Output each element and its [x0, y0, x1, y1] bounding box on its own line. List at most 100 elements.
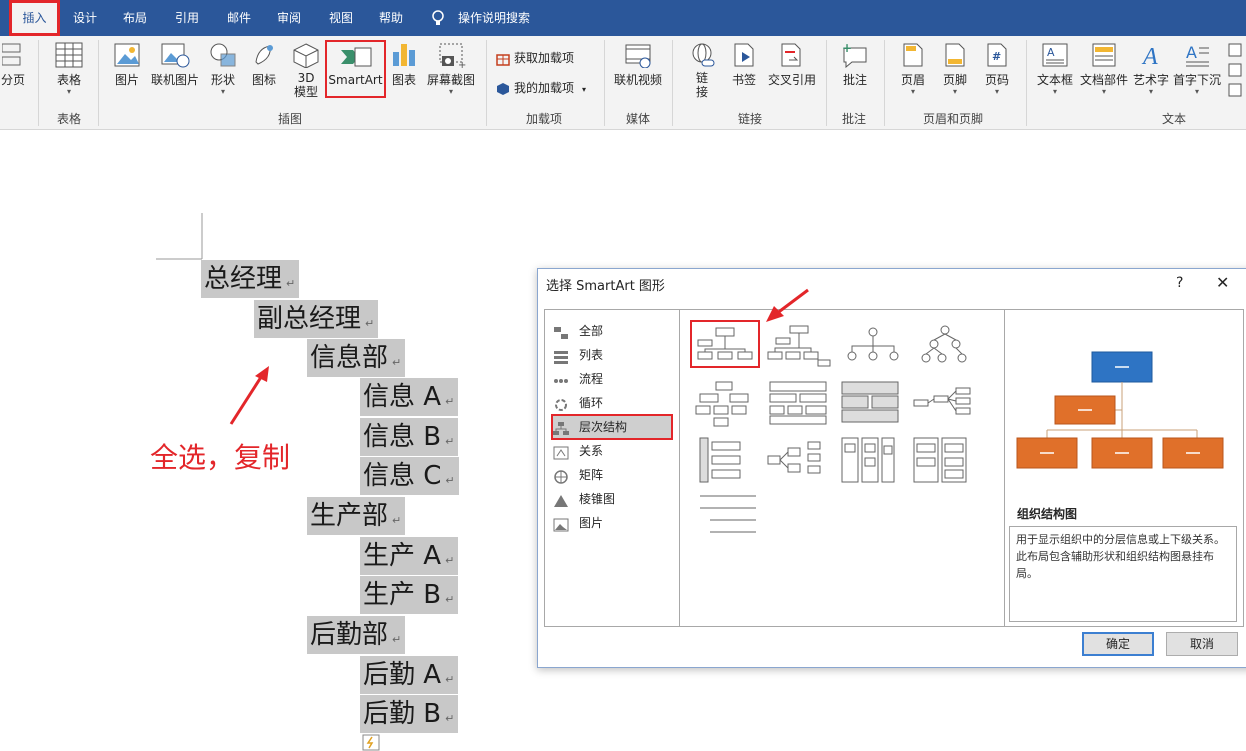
tab-mailings[interactable]: 邮件 [224, 0, 254, 36]
quick-parts-button[interactable]: 文档部件 ▾ [1078, 42, 1130, 96]
get-addins-button[interactable]: 获取加载项 [496, 48, 574, 68]
close-button[interactable]: ✕ [1216, 273, 1229, 292]
doc-line[interactable]: 信息部 ↵ [307, 339, 406, 377]
doc-line[interactable]: 后勤 A ↵ [360, 656, 459, 694]
doc-line[interactable]: 信息 C ↵ [360, 457, 459, 495]
quick-parts-icon [1092, 43, 1116, 67]
tab-references[interactable]: 引用 [172, 0, 202, 36]
page-corner-mark [156, 213, 203, 260]
layout-circle-picture-hierarchy[interactable] [840, 324, 910, 372]
tell-me-search[interactable]: 操作说明搜索 [456, 0, 532, 36]
page-number-icon: # [987, 43, 1007, 67]
category-relationship[interactable]: 关系 [553, 440, 671, 462]
tab-view[interactable]: 视图 [326, 0, 356, 36]
help-button[interactable]: ? [1176, 275, 1183, 291]
more-text-tools[interactable] [1226, 42, 1244, 105]
tab-layout[interactable]: 布局 [120, 0, 150, 36]
category-picture[interactable]: 图片 [553, 512, 671, 534]
doc-line[interactable]: 生产部 ↵ [307, 497, 406, 535]
chevron-down-icon: ▾ [582, 85, 587, 94]
doc-line[interactable]: 生产 A ↵ [360, 537, 459, 575]
pictures-button[interactable]: 图片 [108, 42, 146, 88]
my-addins-button[interactable]: 我的加载项 ▾ [496, 78, 586, 98]
icons-icon [255, 45, 273, 65]
doc-line[interactable]: 信息 A ↵ [360, 378, 459, 416]
category-all[interactable]: 全部 [553, 320, 671, 342]
link-button[interactable]: 链 接 [684, 42, 720, 99]
bookmark-button[interactable]: 书签 [728, 42, 760, 88]
category-cycle[interactable]: 循环 [553, 392, 671, 414]
doc-line[interactable]: 总经理 ↵ [201, 260, 300, 298]
lined-list-thumb-icon [699, 437, 741, 483]
screenshot-label: 屏幕截图 [426, 73, 475, 87]
tab-review[interactable]: 审阅 [274, 0, 304, 36]
category-process[interactable]: 流程 [553, 368, 671, 390]
layout-horizontal-org[interactable] [912, 384, 982, 432]
chevron-down-icon: ▾ [994, 87, 999, 96]
new-comment-label: 批注 [842, 73, 867, 87]
wordart-button[interactable]: A 艺术字 ▾ [1132, 42, 1170, 96]
layout-hierarchy-list[interactable] [840, 380, 910, 428]
screenshot-button[interactable]: + 屏幕截图 ▾ [424, 42, 478, 96]
org-chart-thumb-icon [697, 327, 753, 360]
doc-line[interactable]: 生产 B ↵ [360, 576, 459, 614]
layout-name-title-org[interactable] [766, 324, 836, 372]
link-label-1: 链 [695, 71, 708, 85]
layout-horizontal-hierarchy-2[interactable] [766, 440, 836, 488]
layout-text-hierarchy[interactable] [698, 492, 768, 540]
new-comment-button[interactable]: + 批注 [836, 42, 874, 88]
text-box-icon: A [1042, 43, 1068, 67]
page-break-label: 分页 [0, 73, 25, 87]
tab-insert[interactable]: 插入 [9, 0, 60, 36]
matrix-icon [553, 469, 569, 484]
category-matrix[interactable]: 矩阵 [553, 464, 671, 486]
layout-labeled-hierarchy[interactable] [912, 324, 982, 372]
drop-cap-label: 首字下沉 [1172, 73, 1221, 87]
online-pictures-button[interactable]: 联机图片 [148, 42, 202, 88]
shapes-label: 形状 [210, 73, 235, 87]
chart-button[interactable]: 图表 [388, 42, 420, 88]
link-icon [692, 43, 715, 67]
page-number-button[interactable]: # 页码 ▾ [980, 42, 1014, 96]
layout-org-chart[interactable] [690, 320, 760, 368]
doc-line[interactable]: 副总经理 ↵ [254, 300, 379, 338]
doc-line[interactable]: 信息 B ↵ [360, 418, 459, 456]
layout-table-hierarchy[interactable] [694, 380, 764, 428]
shapes-button[interactable]: 形状 ▾ [206, 42, 240, 96]
header-button[interactable]: 页眉 ▾ [896, 42, 930, 96]
page-break-button[interactable]: 分页 [0, 42, 26, 88]
footer-button[interactable]: 页脚 ▾ [938, 42, 972, 96]
cross-reference-button[interactable]: 交叉引用 [764, 42, 820, 88]
online-video-button[interactable]: 联机视频 [610, 42, 666, 88]
cancel-button[interactable]: 取消 [1166, 632, 1238, 656]
category-pyramid[interactable]: 棱锥图 [553, 488, 671, 510]
smartart-button[interactable]: SmartArt [325, 40, 386, 98]
layout-horizontal-hierarchy[interactable] [766, 380, 836, 428]
org-chart-preview-icon [1016, 351, 1224, 469]
paste-options-icon[interactable] [362, 734, 382, 751]
doc-line[interactable]: 后勤部 ↵ [307, 616, 406, 654]
text-hierarchy-thumb-icon [700, 495, 756, 533]
layout-vertical-hierarchy[interactable] [840, 436, 910, 484]
category-list-item[interactable]: 列表 [553, 344, 671, 366]
table-button[interactable]: 表格 ▾ [48, 42, 90, 96]
layout-lined-list[interactable] [698, 436, 768, 484]
group-label-tables: 表格 [56, 112, 81, 126]
layout-architecture[interactable] [912, 436, 982, 484]
smartart-label: SmartArt [328, 73, 383, 87]
group-label-text: 文本 [1161, 112, 1186, 126]
circle-hierarchy-thumb-icon [847, 327, 899, 361]
tab-help[interactable]: 帮助 [376, 0, 406, 36]
3d-models-button[interactable]: 3D 模型 [288, 42, 324, 99]
group-label-header-footer: 页眉和页脚 [922, 112, 983, 126]
drop-cap-button[interactable]: A 首字下沉 ▾ [1172, 42, 1222, 96]
hierarchy-list-thumb-icon [841, 381, 899, 423]
category-hierarchy[interactable]: 层次结构 [551, 414, 673, 440]
text-box-button[interactable]: A 文本框 ▾ [1034, 42, 1076, 96]
horizontal-hierarchy-thumb-icon [769, 381, 827, 425]
doc-line[interactable]: 后勤 B ↵ [360, 695, 459, 733]
wordart-icon: A [1141, 44, 1158, 68]
ok-button[interactable]: 确定 [1082, 632, 1154, 656]
tab-design[interactable]: 设计 [70, 0, 100, 36]
icons-button[interactable]: 图标 [248, 42, 280, 88]
